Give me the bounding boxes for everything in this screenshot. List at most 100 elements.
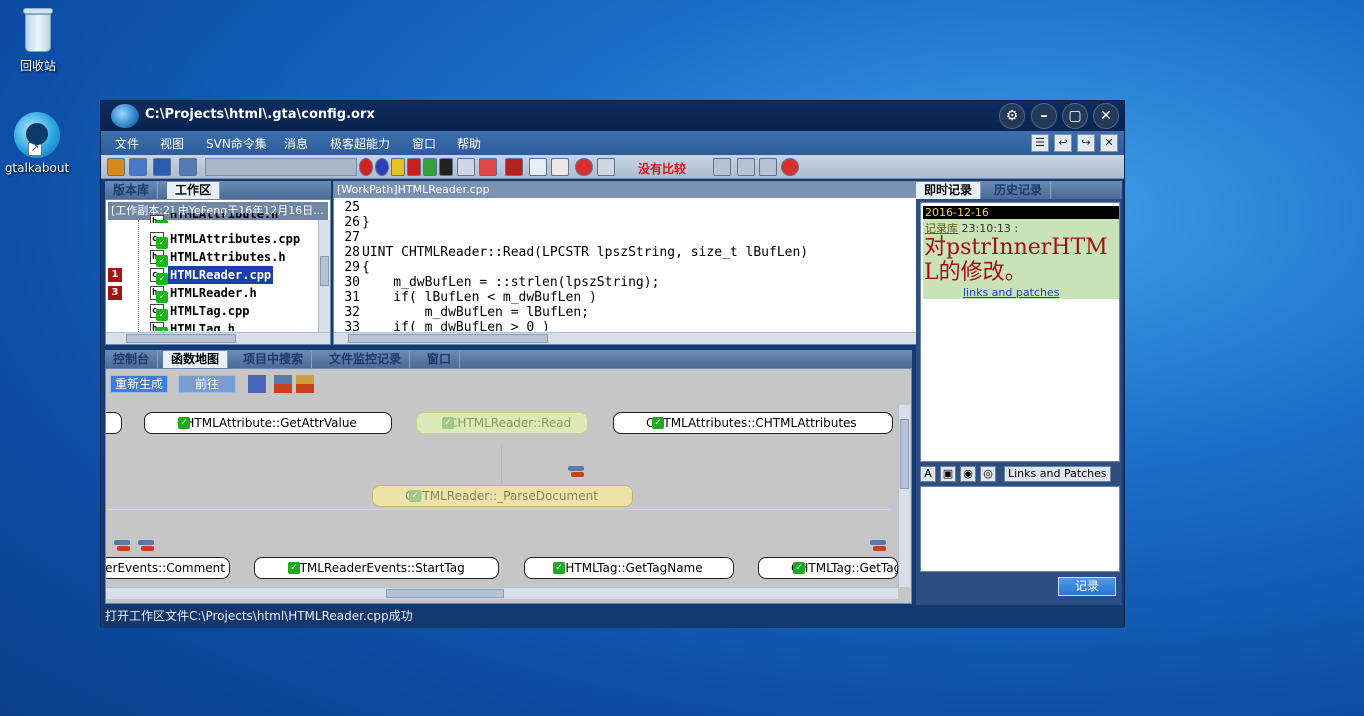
tab-file-monitor[interactable]: 文件监控记录 bbox=[321, 351, 411, 368]
tree-item[interactable]: 3 h HTMLReader.h bbox=[106, 284, 316, 303]
tab-history[interactable]: 历史记录 bbox=[986, 182, 1052, 199]
code-editor[interactable]: [WorkPath]HTMLReader.cpp 25 26} 27 28 UIN… bbox=[333, 181, 1014, 345]
gtalkabout-shortcut[interactable]: ↗ gtalkabout bbox=[0, 112, 77, 175]
zoom-icon[interactable] bbox=[479, 158, 497, 176]
log-author[interactable]: 记录库 bbox=[925, 222, 958, 235]
function-node[interactable]: ✓CHTMLTag::GetTagName bbox=[524, 557, 734, 579]
dropdown-arrow-icon[interactable] bbox=[439, 158, 453, 176]
graph-vertical-scrollbar[interactable] bbox=[898, 405, 910, 587]
filter-combo[interactable] bbox=[205, 158, 357, 176]
scroll-thumb[interactable] bbox=[348, 334, 548, 343]
function-node[interactable]: ✓ IHTMLReaderEvents::StartTag bbox=[254, 557, 499, 579]
close-button[interactable]: ✕ bbox=[1093, 103, 1119, 129]
scroll-thumb[interactable] bbox=[126, 334, 236, 343]
tab-workspace[interactable]: 工作区 bbox=[167, 182, 221, 199]
ball-red-icon[interactable] bbox=[359, 158, 373, 176]
minimize-button[interactable]: – bbox=[1031, 103, 1057, 129]
menu-help[interactable]: 帮助 bbox=[457, 135, 481, 152]
ball-yellow-icon[interactable] bbox=[391, 158, 405, 176]
camera-icon[interactable]: ◉ bbox=[960, 466, 976, 482]
snapshot-icon[interactable] bbox=[153, 158, 171, 176]
code-line: 27 bbox=[344, 230, 360, 245]
tab-function-map[interactable]: 函数地图 bbox=[163, 351, 229, 368]
tree-item[interactable]: h HTMLAttributes.h bbox=[106, 248, 316, 267]
ball-dark-icon[interactable] bbox=[407, 158, 421, 176]
function-graph[interactable]: 重新生成 前往 ✓ CHTMLAttribute::GetAttrValue ✓ C… bbox=[106, 369, 899, 587]
links-patches-button[interactable]: Links and Patches bbox=[1004, 466, 1111, 482]
compare-left-icon[interactable] bbox=[713, 158, 731, 176]
function-node[interactable] bbox=[106, 412, 122, 434]
note-input[interactable] bbox=[920, 486, 1120, 572]
tree-item[interactable]: h HTMLAttribute.h bbox=[106, 213, 316, 223]
graph-horizontal-scrollbar[interactable] bbox=[106, 587, 898, 599]
capture-icon[interactable]: ◎ bbox=[980, 466, 996, 482]
node-red-icon[interactable] bbox=[274, 375, 292, 393]
tab-project-search[interactable]: 项目中搜索 bbox=[235, 351, 313, 368]
tab-console[interactable]: 控制台 bbox=[105, 351, 159, 368]
tree-item[interactable]: c HTMLAttributes.cpp bbox=[106, 230, 316, 249]
maximize-button[interactable]: ▢ bbox=[1062, 103, 1088, 129]
tree-item[interactable]: c HTMLTag.cpp bbox=[106, 302, 316, 321]
settings-gear-icon[interactable]: ⚙ bbox=[999, 103, 1025, 129]
cpp-file-icon: c bbox=[150, 268, 168, 285]
tree-item-selected[interactable]: 1 c HTMLReader.cpp bbox=[106, 266, 316, 285]
tab-instant-notes[interactable]: 即时记录 bbox=[916, 182, 982, 199]
node-yellow-icon[interactable] bbox=[296, 375, 314, 393]
list-icon[interactable] bbox=[551, 158, 569, 176]
function-node[interactable]: ✓ CHTMLAttribute::GetAttrValue bbox=[144, 412, 392, 434]
refresh-icon[interactable] bbox=[781, 158, 799, 176]
function-node[interactable]: IHTMLReaderEvents::Comment bbox=[106, 557, 230, 579]
function-node[interactable]: ✓ CHTMLReader::Read bbox=[416, 412, 588, 434]
inspect-icon[interactable] bbox=[597, 158, 615, 176]
tab-window[interactable]: 窗口 bbox=[419, 351, 461, 368]
search-icon[interactable] bbox=[457, 158, 475, 176]
header-file-icon: h bbox=[150, 215, 168, 223]
function-node[interactable]: ✓ CHTMLAttributes::CHTMLAttributes bbox=[613, 412, 893, 434]
tree-horizontal-scrollbar[interactable] bbox=[106, 332, 330, 344]
log-link[interactable]: links and patches bbox=[963, 286, 1059, 299]
edit-icon[interactable] bbox=[529, 158, 547, 176]
menu-view[interactable]: 视图 bbox=[160, 135, 184, 152]
menu-svn[interactable]: SVN命令集 bbox=[206, 135, 267, 152]
save-icon[interactable] bbox=[505, 158, 523, 176]
forward-button[interactable]: 前往 bbox=[178, 375, 236, 393]
title-bar[interactable]: C:\Projects\html\.gta\config.orx ⚙ – ▢ ✕ bbox=[101, 101, 1124, 131]
open-folder-icon[interactable] bbox=[107, 158, 125, 176]
ball-blue-icon[interactable] bbox=[375, 158, 389, 176]
browse-icon[interactable] bbox=[129, 158, 147, 176]
header-file-icon: h bbox=[150, 286, 168, 303]
mdi-back-icon[interactable]: ↩ bbox=[1054, 134, 1072, 152]
workspace-tree: [工作副本:2] 由YeFeng于16年12月16日... h HTMLAttr… bbox=[105, 199, 331, 345]
notes-panel: 即时记录 历史记录 2016-12-16 记录库 23:10:13 : 对pst… bbox=[916, 181, 1122, 605]
scroll-thumb[interactable] bbox=[900, 419, 909, 489]
function-node-current[interactable]: ✓ CHTMLReader::_ParseDocument bbox=[372, 485, 633, 507]
regenerate-button[interactable]: 重新生成 bbox=[110, 375, 169, 393]
scroll-thumb[interactable] bbox=[320, 256, 329, 286]
function-node[interactable]: ✓CHTMLTag::GetTagName bbox=[758, 557, 898, 579]
tab-repository[interactable]: 版本库 bbox=[105, 182, 159, 199]
mdi-tile-icon[interactable]: ☰ bbox=[1031, 134, 1049, 152]
menu-messages[interactable]: 消息 bbox=[284, 135, 308, 152]
ball-green-icon[interactable] bbox=[423, 158, 437, 176]
font-icon[interactable]: A bbox=[920, 466, 936, 482]
map-icon[interactable] bbox=[248, 375, 266, 393]
compare-split-icon[interactable] bbox=[759, 158, 777, 176]
menu-geek[interactable]: 极客超能力 bbox=[330, 135, 390, 152]
menu-file[interactable]: 文件 bbox=[115, 135, 139, 152]
checkbox-icon: ✓ bbox=[793, 562, 805, 574]
compare-merge-icon[interactable] bbox=[737, 158, 755, 176]
editor-horizontal-scrollbar[interactable] bbox=[334, 332, 1013, 344]
checkbox-icon: ✓ bbox=[288, 562, 300, 574]
record-button[interactable]: 记录 bbox=[1058, 577, 1116, 596]
mdi-forward-icon[interactable]: ↪ bbox=[1077, 134, 1095, 152]
scroll-thumb[interactable] bbox=[386, 589, 504, 598]
filter-icon[interactable] bbox=[179, 158, 197, 176]
code-line: 33 if( m_dwBufLen > 0 ) bbox=[344, 320, 550, 331]
tree-vertical-scrollbar[interactable] bbox=[318, 220, 330, 332]
mdi-close-icon[interactable]: ✕ bbox=[1100, 134, 1118, 152]
image-icon[interactable]: ▣ bbox=[940, 466, 956, 482]
record-icon[interactable] bbox=[575, 158, 593, 176]
recycle-bin-icon[interactable]: 回收站 bbox=[0, 6, 78, 74]
menu-window[interactable]: 窗口 bbox=[412, 135, 436, 152]
tree-item[interactable]: h HTMLTag.h bbox=[106, 320, 316, 331]
